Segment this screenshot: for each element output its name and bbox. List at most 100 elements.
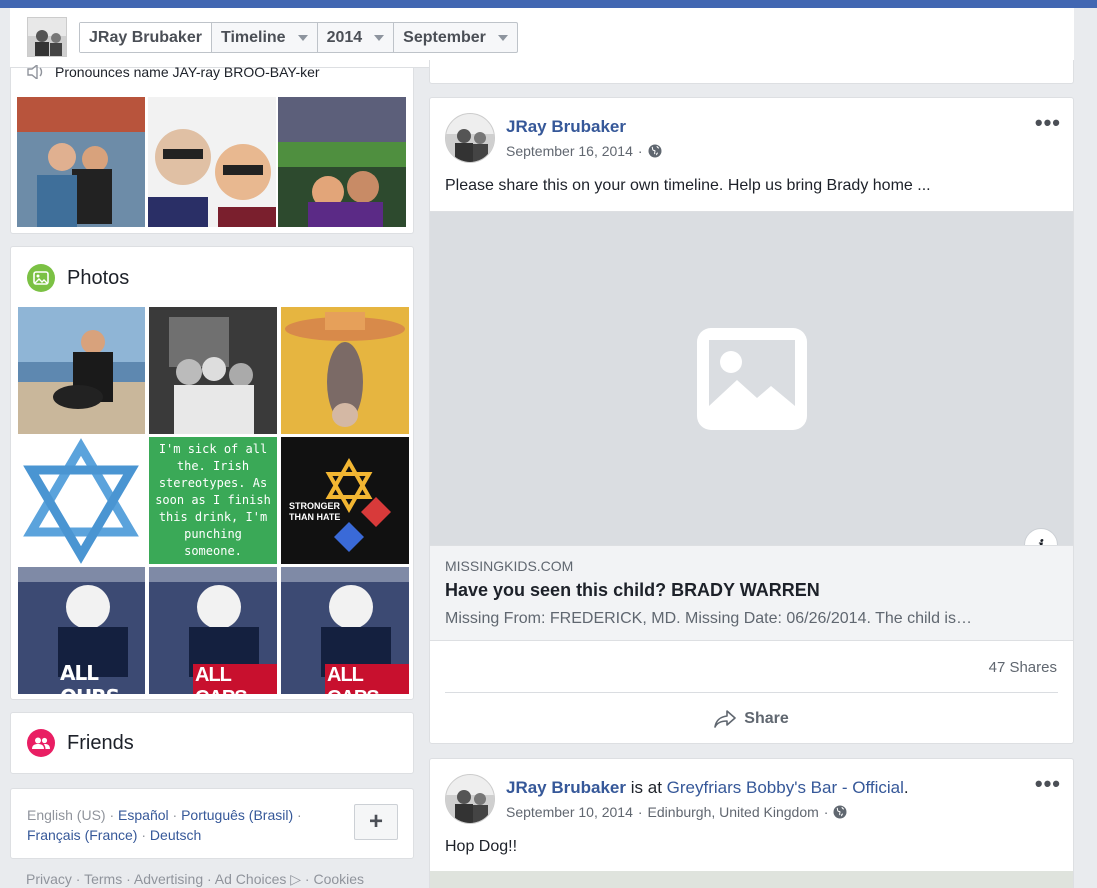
checkin-place-link[interactable]: Greyfriars Bobby's Bar - Official — [667, 778, 904, 797]
share-button[interactable]: Share — [430, 702, 1073, 736]
timeline-sticky-header: JRay Brubaker Timeline 2014 September — [10, 8, 1074, 68]
breadcrumb-year-label: 2014 — [326, 28, 363, 46]
separator: · — [141, 827, 147, 843]
language-link-espanol[interactable]: Español — [118, 807, 169, 823]
breadcrumb-timeline-label: Timeline — [220, 28, 286, 46]
intro-photo-2[interactable] — [148, 97, 276, 227]
intro-card: Pronounces name JAY-ray BROO-BAY-ker — [10, 64, 414, 234]
photo-tile-irish-meme[interactable]: I'm sick of all the. Irish stereotypes. … — [149, 437, 277, 564]
all-caps-text: ALL CAPS — [193, 664, 277, 694]
pronunciation-row: Pronounces name JAY-ray BROO-BAY-ker — [27, 64, 320, 80]
post-options-button[interactable]: ••• — [1035, 110, 1061, 136]
post-card: JRay Brubaker September 16, 2014 · ••• P… — [429, 97, 1074, 744]
post-author-avatar[interactable] — [445, 774, 495, 824]
more-languages-button[interactable]: + — [354, 804, 398, 840]
globe-icon[interactable] — [648, 144, 662, 158]
footer-links[interactable]: Privacy · Terms · Advertising · Ad Choic… — [26, 871, 364, 888]
post-location[interactable]: Edinburgh, United Kingdom — [648, 804, 819, 820]
post-timestamp[interactable]: September 16, 2014 — [506, 143, 633, 159]
stronger-than-hate-text: STRONGER THAN HATE — [289, 501, 341, 522]
separator: · — [109, 807, 115, 823]
checkin-text: is at — [630, 778, 662, 797]
photo-tile[interactable] — [18, 437, 145, 564]
pronunciation-text: Pronounces name JAY-ray BROO-BAY-ker — [55, 64, 320, 80]
photos-icon — [27, 264, 55, 292]
friends-card: Friends — [10, 712, 414, 774]
language-current: English (US) — [27, 807, 106, 823]
friends-title: Friends — [67, 731, 134, 754]
chevron-down-icon — [297, 34, 308, 41]
photo-tile-all-caps-1[interactable]: ALL CAPS — [149, 567, 277, 694]
photos-header[interactable]: Photos — [27, 264, 129, 292]
link-domain: MISSINGKIDS.COM — [445, 558, 574, 574]
profile-avatar[interactable] — [27, 17, 67, 57]
breadcrumb-name-label: JRay Brubaker — [89, 28, 202, 46]
photos-card: Photos I'm sick of all the. Irish stereo… — [10, 246, 414, 700]
shares-count-text: 47 Shares — [988, 659, 1057, 676]
breadcrumb-month-label: September — [403, 28, 486, 46]
post-author-avatar[interactable] — [445, 113, 495, 163]
all-ours-text: ALL OURS — [60, 661, 120, 694]
link-title: Have you seen this child? BRADY WARREN — [445, 580, 820, 600]
language-link-portugues[interactable]: Português (Brasil) — [181, 807, 293, 823]
plus-icon: + — [368, 808, 383, 835]
chevron-down-icon — [497, 34, 508, 41]
divider — [445, 692, 1058, 693]
language-link-deutsch[interactable]: Deutsch — [150, 827, 201, 843]
footer-links-text: Privacy · Terms · Advertising · Ad Choic… — [26, 871, 365, 887]
post-card: JRay Brubaker is at Greyfriars Bobby's B… — [429, 758, 1074, 888]
post-text: Please share this on your own timeline. … — [445, 177, 931, 194]
all-caps-text: ALL CAPS — [325, 664, 409, 694]
post-author-line: JRay Brubaker is at Greyfriars Bobby's B… — [506, 778, 909, 798]
post-author-name-text: JRay Brubaker — [506, 117, 627, 136]
breadcrumb-month-dropdown[interactable]: September — [394, 23, 517, 52]
separator: · — [637, 804, 643, 820]
breadcrumb-year-dropdown[interactable]: 2014 — [318, 23, 395, 52]
separator: · — [297, 807, 302, 823]
intro-photo-3[interactable] — [278, 97, 406, 227]
separator: · — [823, 804, 829, 820]
map-preview[interactable] — [430, 871, 1073, 888]
shares-count[interactable]: 47 Shares — [989, 659, 1057, 676]
friends-header[interactable]: Friends — [27, 729, 134, 757]
post-options-button[interactable]: ••• — [1035, 771, 1061, 797]
share-icon — [714, 710, 737, 728]
irish-meme-text: I'm sick of all the. Irish stereotypes. … — [155, 442, 271, 558]
photo-tile[interactable] — [149, 307, 277, 434]
previous-post-card — [429, 60, 1074, 84]
top-nav-bar — [0, 0, 1097, 8]
link-description: Missing From: FREDERICK, MD. Missing Dat… — [445, 610, 972, 627]
breadcrumb-timeline-dropdown[interactable]: Timeline — [212, 23, 318, 52]
more-icon: ••• — [1034, 771, 1061, 796]
photo-tile-stronger-than-hate[interactable]: STRONGER THAN HATE — [281, 437, 409, 564]
language-link-francais[interactable]: Français (France) — [27, 827, 137, 843]
breadcrumb: JRay Brubaker Timeline 2014 September — [79, 22, 518, 53]
image-placeholder-icon — [696, 327, 807, 430]
post-timestamp[interactable]: September 10, 2014 — [506, 804, 633, 820]
period: . — [903, 778, 909, 797]
separator: · — [637, 143, 643, 159]
languages-card: English (US) · Español · Português (Bras… — [10, 788, 414, 859]
breadcrumb-name[interactable]: JRay Brubaker — [80, 23, 212, 52]
post-meta: September 16, 2014 · — [506, 143, 662, 159]
photos-title: Photos — [67, 266, 130, 289]
friends-icon — [27, 729, 55, 757]
post-text: Hop Dog!! — [445, 838, 518, 855]
globe-icon[interactable] — [833, 805, 847, 819]
post-meta: September 10, 2014 · Edinburgh, United K… — [506, 804, 847, 820]
intro-photo-1[interactable] — [17, 97, 145, 227]
link-preview-image[interactable] — [430, 211, 1073, 545]
speaker-icon — [27, 65, 43, 79]
chevron-down-icon — [374, 34, 385, 41]
language-list: English (US) · Español · Português (Bras… — [27, 805, 337, 845]
photo-tile-all-caps-2[interactable]: ALL CAPS — [281, 567, 409, 694]
photo-tile[interactable] — [18, 307, 145, 434]
link-preview-info[interactable]: MISSINGKIDS.COM Have you seen this child… — [430, 545, 1073, 641]
share-label: Share — [744, 710, 789, 727]
photo-tile-all-ours[interactable]: ALL OURS — [18, 567, 145, 694]
post-author-name[interactable]: JRay Brubaker — [506, 117, 626, 137]
photo-tile[interactable] — [281, 307, 409, 434]
post-author-name[interactable]: JRay Brubaker — [506, 778, 626, 797]
separator: · — [172, 807, 178, 823]
more-icon: ••• — [1034, 110, 1061, 135]
